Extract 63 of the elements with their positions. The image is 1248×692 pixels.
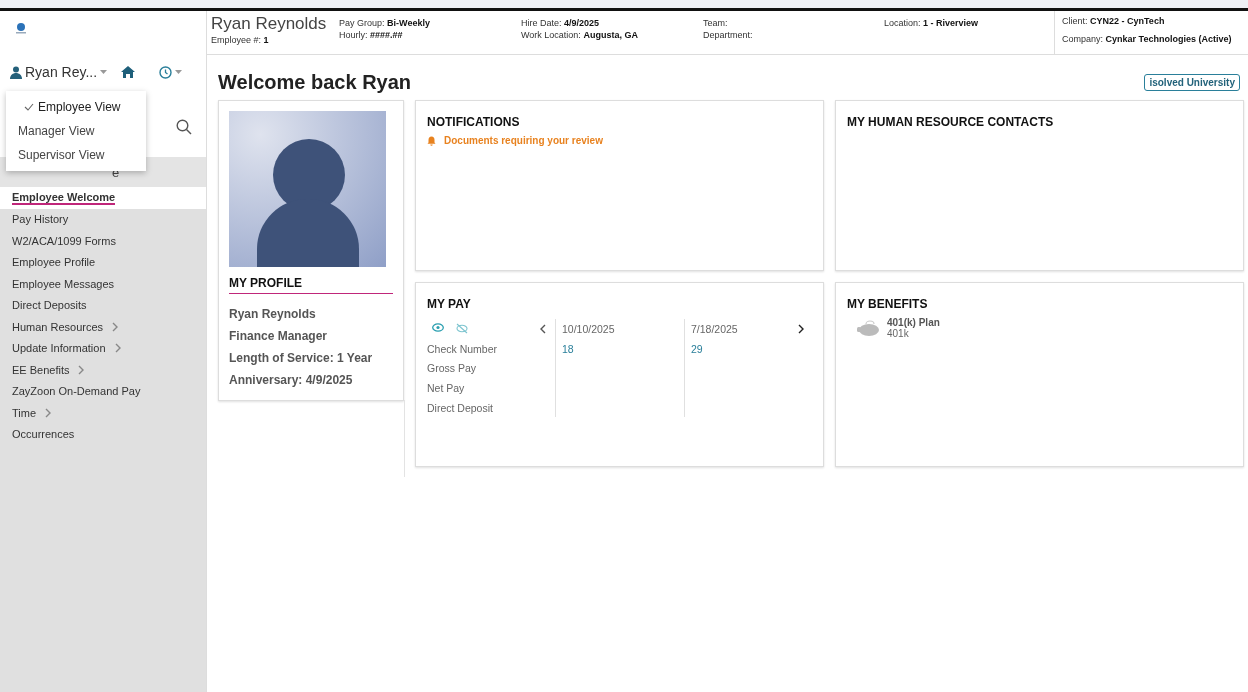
row-label: Check Number [427,342,498,355]
bell-icon [427,135,436,146]
sidebar-item[interactable]: Employee Messages [0,273,206,295]
chevron-left-icon[interactable] [539,323,547,334]
home-button[interactable] [121,66,136,78]
header-field: Company: Cynkar Technologies (Active) [1062,34,1248,44]
header-field: Client: CYN22 - CynTech [1062,16,1248,26]
card-title: MY PAY [427,297,472,311]
profile-text: Finance Manager [229,328,329,345]
sidebar-item[interactable]: Time [0,402,206,424]
person-icon [10,65,22,79]
header-field: Hire Date: 4/9/2025 [521,18,703,28]
profile-text: Length of Service: 1 Year [229,350,374,367]
sidebar-item[interactable]: EE Benefits [0,359,206,381]
sidebar-item[interactable]: Occurrences [0,423,206,445]
sidebar-item[interactable]: Update Information [0,337,206,359]
clock-button[interactable] [159,65,183,79]
eye-icon[interactable] [432,323,444,333]
header-field: Hourly: ####.## [339,30,521,40]
row-label: Net Pay [427,381,465,394]
sidebar-item[interactable]: Pay History [0,208,206,230]
sidebar-item[interactable]: Human Resources [0,316,206,338]
row-label: Direct Deposit [427,401,493,414]
clock-icon [159,65,173,79]
check-date: 10/10/2025 [562,322,615,335]
sidebar-item[interactable]: Employee Profile [0,251,206,273]
card-title: MY HUMAN RESOURCE CONTACTS [847,115,1055,129]
page-title: Welcome back Ryan [218,70,412,94]
profile-text: Ryan Reynolds [229,306,317,323]
card-title: MY PROFILE [229,267,393,294]
card-title: MY BENEFITS [847,297,929,311]
profile-text: Anniversary: 4/9/2025 [229,372,354,389]
menu-item[interactable]: Manager View [6,119,146,143]
check-number-link[interactable]: 29 [691,342,703,355]
header-field: Employee #: 1 [211,35,339,45]
caret-icon [175,70,183,74]
check-number-link[interactable]: 18 [562,342,574,355]
check-date: 7/18/2025 [691,322,738,335]
eye-off-icon[interactable] [456,323,468,335]
university-link-button[interactable]: isolved University [1144,73,1240,91]
caret-icon [100,70,108,74]
sidebar-item[interactable]: W2/ACA/1099 Forms [0,230,206,252]
benefit-name: 401(k) Plan [887,317,940,328]
header-field: Team: [703,18,884,28]
user-menu-button[interactable]: Ryan Rey... [10,64,108,80]
employee-name: Ryan Reynolds [211,14,328,33]
chevron-right-icon[interactable] [797,323,805,334]
check-icon [24,103,34,111]
header-field: Location: 1 - Riverview [884,18,1054,28]
company-logo [14,21,28,35]
row-label: Gross Pay [427,362,476,375]
sidebar-item[interactable]: Employee Welcome [0,187,206,209]
piggy-bank-icon [857,319,881,337]
home-icon [121,66,136,78]
sidebar-item[interactable]: ZayZoon On-Demand Pay [0,380,206,402]
menu-item[interactable]: Employee View [6,95,146,119]
header-field: Pay Group: Bi-Weekly [339,18,521,28]
card-title: NOTIFICATIONS [427,115,521,129]
benefit-type: 401k [887,328,909,339]
header-field: Department: [703,30,884,40]
search-icon[interactable] [176,119,192,135]
header-field: Work Location: Augusta, GA [521,30,703,40]
sidebar-item[interactable]: Direct Deposits [0,294,206,316]
